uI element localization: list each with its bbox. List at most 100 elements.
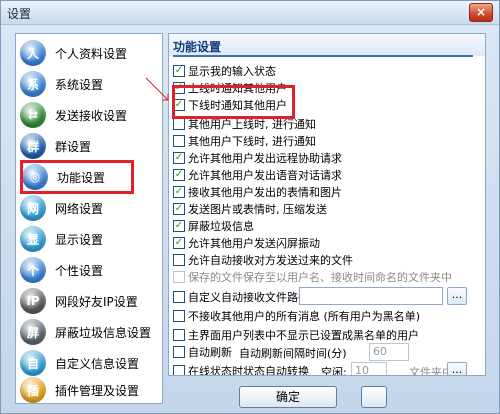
browse-button-2[interactable]: ... bbox=[447, 362, 467, 375]
send-receive-icon: ⇄ bbox=[20, 102, 46, 128]
option-row[interactable]: 其他用户上线时, 进行通知 bbox=[173, 116, 316, 132]
checkbox-checked[interactable]: ✓ bbox=[173, 65, 185, 77]
option-label: 允许其他用户发出远程协助请求 bbox=[188, 152, 342, 165]
option-row[interactable]: ✓ 发送图片或表情时, 压缩发送 bbox=[173, 201, 327, 217]
checkbox[interactable] bbox=[173, 329, 185, 341]
checkbox[interactable] bbox=[173, 365, 185, 375]
checkbox-checked[interactable]: ✓ bbox=[173, 152, 185, 164]
panel-title-underline bbox=[173, 55, 473, 57]
checkbox[interactable] bbox=[173, 310, 185, 322]
option-label: 屏蔽垃圾信息 bbox=[188, 220, 254, 233]
option-label: 发送图片或表情时, 压缩发送 bbox=[188, 203, 327, 216]
option-row[interactable]: ✓ 下线时通知其他用户 bbox=[173, 97, 287, 113]
sidebar-item-ip[interactable]: IP 网段好友IP设置 bbox=[20, 286, 160, 316]
option-label: 其他用户上线时, 进行通知 bbox=[188, 118, 316, 131]
personalize-icon: 个 bbox=[20, 257, 46, 283]
option-row[interactable]: 允许自动接收对方发送过来的文件 bbox=[173, 252, 353, 268]
checkbox[interactable] bbox=[173, 291, 185, 303]
option-label: 上线时通知其他用户 bbox=[188, 82, 287, 95]
checkbox[interactable] bbox=[173, 118, 185, 130]
checkbox[interactable] bbox=[173, 346, 185, 358]
sidebar-item-label: 个性设置 bbox=[55, 263, 104, 278]
function-icon: ◎ bbox=[22, 164, 48, 190]
sidebar-item-function[interactable]: ◎ 功能设置 bbox=[20, 160, 134, 194]
option-label: 主界面用户列表中不显示已设置成黑名单的用户 bbox=[188, 329, 419, 342]
system-icon: 系 bbox=[20, 71, 46, 97]
block-spam-icon: 屏 bbox=[20, 319, 46, 345]
sidebar-item-send-receive[interactable]: ⇄ 发送接收设置 bbox=[20, 100, 160, 130]
sidebar-item-label: 个人资料设置 bbox=[55, 46, 128, 61]
person-icon: 人 bbox=[20, 40, 46, 66]
group-icon: 群 bbox=[20, 133, 46, 159]
checkbox-checked[interactable]: ✓ bbox=[173, 169, 185, 181]
checkbox[interactable] bbox=[173, 254, 185, 266]
option-label: 允许其他用户发送闪屏振动 bbox=[188, 237, 320, 250]
option-label: 其他用户下线时, 进行通知 bbox=[188, 135, 316, 148]
option-row[interactable]: ✓ 允许其他用户发出远程协助请求 bbox=[173, 150, 342, 166]
sidebar-item-display[interactable]: 显显示设置 bbox=[20, 224, 160, 254]
custom-info-icon: 自 bbox=[20, 350, 46, 376]
idle-minutes-spinner[interactable]: 10 bbox=[351, 362, 387, 375]
checkbox[interactable] bbox=[173, 135, 185, 147]
close-button[interactable]: × bbox=[469, 3, 493, 22]
sidebar-item-plugin[interactable]: 插插件管理及设置 bbox=[20, 375, 160, 405]
sidebar-item-system[interactable]: 系系统设置 bbox=[20, 69, 160, 99]
sidebar-item-network[interactable]: 网网络设置 bbox=[20, 193, 160, 223]
checkbox-checked[interactable]: ✓ bbox=[173, 82, 185, 94]
sidebar-item-label: 发送接收设置 bbox=[55, 108, 128, 123]
option-row[interactable]: ✓ 上线时通知其他用户 bbox=[173, 80, 287, 96]
sidebar-item-label: 网络设置 bbox=[55, 201, 104, 216]
option-label: 允许自动接收对方发送过来的文件 bbox=[188, 254, 353, 267]
option-row[interactable]: 在线状态时状态自动转换 bbox=[173, 363, 309, 376]
option-row[interactable]: ✓ 屏蔽垃圾信息 bbox=[173, 218, 254, 234]
checkbox-checked[interactable]: ✓ bbox=[173, 220, 185, 232]
sidebar-item-label: 屏蔽垃圾信息设置 bbox=[55, 325, 152, 340]
checkbox-checked[interactable]: ✓ bbox=[173, 186, 185, 198]
panel-title: 功能设置 bbox=[169, 34, 485, 56]
option-label: 显示我的输入状态 bbox=[188, 65, 276, 78]
option-label: 在线状态时状态自动转换 bbox=[188, 365, 309, 376]
plugin-icon: 插 bbox=[20, 377, 46, 403]
option-label: 保存的文件保存至以用户名、接收时间命名的文件夹中 bbox=[188, 271, 452, 284]
option-label: 自定义自动接收文件路径 bbox=[188, 291, 309, 304]
option-row[interactable]: ✓ 允许其他用户发出语音对话请求 bbox=[173, 167, 342, 183]
sidebar-item-block-spam[interactable]: 屏屏蔽垃圾信息设置 bbox=[20, 317, 160, 347]
sidebar-item-label: 功能设置 bbox=[57, 170, 106, 185]
option-row[interactable]: 自定义自动接收文件路径 bbox=[173, 289, 309, 305]
custom-path-input[interactable] bbox=[299, 287, 443, 305]
option-row[interactable]: 主界面用户列表中不显示已设置成黑名单的用户 bbox=[173, 327, 419, 343]
sidebar-item-label: 自定义信息设置 bbox=[55, 356, 140, 371]
sidebar-item-label: 插件管理及设置 bbox=[55, 383, 140, 398]
title-bar[interactable]: 设置 × bbox=[1, 1, 499, 25]
option-row[interactable]: 保存的文件保存至以用户名、接收时间命名的文件夹中 bbox=[173, 269, 452, 285]
sidebar-item-custom-info[interactable]: 自自定义信息设置 bbox=[20, 348, 160, 378]
sidebar-item-personalize[interactable]: 个个性设置 bbox=[20, 255, 160, 285]
cancel-button-partial[interactable] bbox=[361, 386, 387, 408]
option-row[interactable]: 不接收其他用户的所有消息 (所有用户为黑名单) bbox=[173, 308, 420, 324]
checkbox-checked[interactable]: ✓ bbox=[173, 237, 185, 249]
option-row[interactable]: ✓ 显示我的输入状态 bbox=[173, 63, 276, 79]
sidebar-item-label: 系统设置 bbox=[55, 77, 104, 92]
checkbox-checked[interactable]: ✓ bbox=[173, 99, 185, 111]
checkbox[interactable] bbox=[173, 271, 185, 283]
option-row[interactable]: ✓ 允许其他用户发送闪屏振动 bbox=[173, 235, 320, 251]
browse-button[interactable]: ... bbox=[447, 287, 467, 305]
option-label: 允许其他用户发出语音对话请求 bbox=[188, 169, 342, 182]
checkbox-checked[interactable]: ✓ bbox=[173, 203, 185, 215]
option-label: 接收其他用户发出的表情和图片 bbox=[188, 186, 342, 199]
option-label: 下线时通知其他用户 bbox=[188, 99, 287, 112]
sidebar-item-label: 显示设置 bbox=[55, 232, 104, 247]
ok-button[interactable]: 确定 bbox=[239, 386, 337, 408]
sidebar-item-group[interactable]: 群群设置 bbox=[20, 131, 160, 161]
auto-refresh-interval-spinner[interactable]: 60 bbox=[369, 343, 409, 361]
sidebar-item-label: 群设置 bbox=[55, 139, 92, 154]
ip-icon: IP bbox=[20, 288, 46, 314]
sidebar-item-person[interactable]: 人个人资料设置 bbox=[20, 38, 160, 68]
display-icon: 显 bbox=[20, 226, 46, 252]
option-label: 自动刷新 bbox=[188, 346, 232, 359]
option-row[interactable]: ✓ 接收其他用户发出的表情和图片 bbox=[173, 184, 342, 200]
option-label: 不接收其他用户的所有消息 (所有用户为黑名单) bbox=[188, 310, 421, 323]
option-row[interactable]: 其他用户下线时, 进行通知 bbox=[173, 133, 316, 149]
option-row[interactable]: 自动刷新 bbox=[173, 344, 232, 360]
